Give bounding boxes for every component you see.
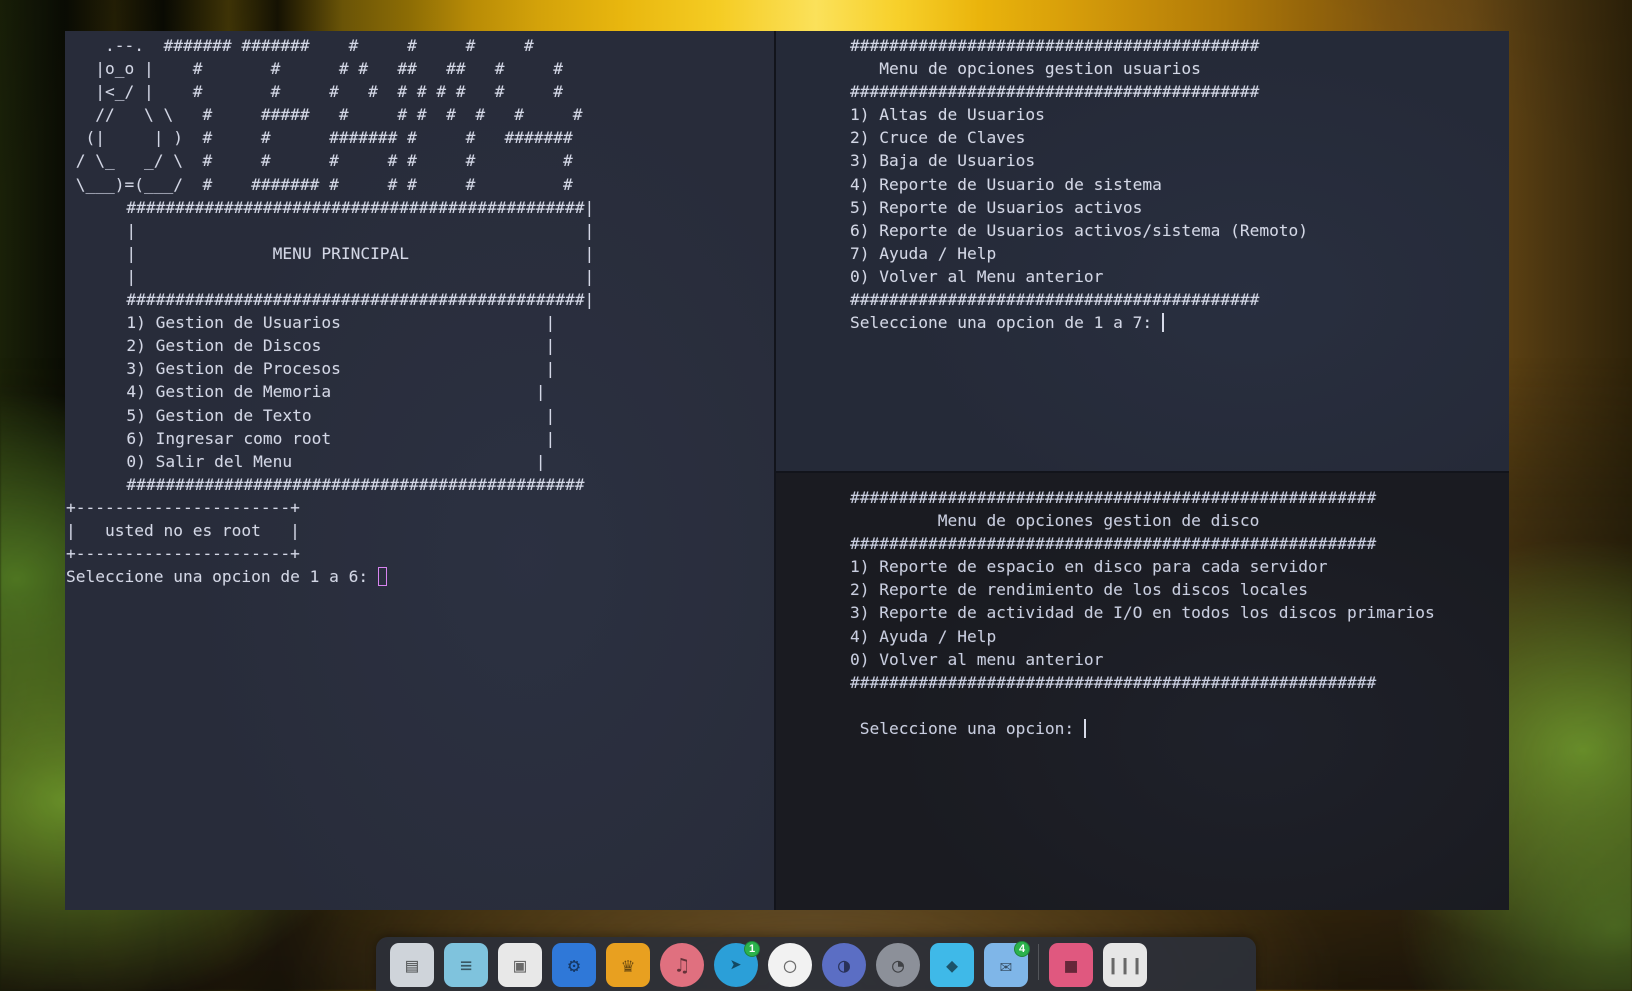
main-menu-item-0[interactable]: 0) Salir del Menu| [66,452,546,471]
main-menu-item-1[interactable]: 1) Gestion de Usuarios| [66,313,555,332]
user-menu-item-7[interactable]: 7) Ayuda / Help [850,244,996,263]
user-menu-item-1[interactable]: 1) Altas de Usuarios [850,105,1045,124]
dock-terminal-icon[interactable]: ❙❙❙ [1103,943,1147,987]
user-menu-top-rule: ########################################… [850,36,1259,55]
user-menu-content: ########################################… [850,34,1308,334]
dock-separator [1038,944,1039,980]
dock-badge: 1 [744,941,760,957]
dock-gem-icon[interactable]: ◆ [930,943,974,987]
main-menu-item-4[interactable]: 4) Gestion de Memoria| [66,382,546,401]
disk-menu-top-rule: ########################################… [850,488,1376,507]
dock-badge: 4 [1014,941,1030,957]
desktop-dock[interactable]: ▤ ≡ ▣ ⚙ ♛ ♫ ➤1 ◯ ◑ ◔ ◆ ✉4 ■ ❙❙❙ [376,937,1256,991]
user-menu-item-3[interactable]: 3) Baja de Usuarios [850,151,1035,170]
dock-text-editor-icon[interactable]: ≡ [444,943,488,987]
main-menu-item-3[interactable]: 3) Gestion de Procesos| [66,359,555,378]
dock-disk-usage-icon[interactable]: ◔ [876,943,920,987]
user-menu-prompt[interactable]: Seleccione una opcion de 1 a 7: [850,313,1164,332]
discord-icon: ◑ [838,953,850,977]
disk-menu-mid-rule: ########################################… [850,534,1376,553]
ascii-logo-line-1: .--. ####### ####### # # # # [66,36,534,55]
disk-menu-content: ########################################… [850,486,1435,740]
text-cursor-block[interactable] [378,567,387,586]
gem-icon: ◆ [946,953,958,977]
terminal-window[interactable]: .--. ####### ####### # # # # |o_o | # # … [65,31,1509,910]
menu-box-title-row: | MENU PRINCIPAL | [66,244,594,263]
photos-icon: ▣ [514,953,526,977]
music-icon: ♫ [676,953,688,977]
files-icon: ▤ [406,953,418,977]
root-warning-box-bottom: +----------------------+ [66,544,300,563]
disk-menu-blank-line [850,696,860,715]
disk-usage-icon: ◔ [892,953,904,977]
dock-crown-icon[interactable]: ♛ [606,943,650,987]
ascii-logo-line-7: \___)=(___/ # ####### # # # # # [66,175,573,194]
user-menu-item-4[interactable]: 4) Reporte de Usuario de sistema [850,175,1162,194]
ascii-logo-line-3: |<_/ | # # # # # # # # # # [66,82,563,101]
main-menu-prompt[interactable]: Seleccione una opcion de 1 a 6: [66,567,387,586]
text-cursor-bar[interactable] [1084,719,1086,738]
user-menu-item-0[interactable]: 0) Volver al Menu anterior [850,267,1103,286]
ascii-logo-line-5: (| | ) # # ####### # # ####### [66,128,573,147]
ascii-logo-line-4: // \ \ # ##### # # # # # # # [66,105,583,124]
dock-recorder-icon[interactable]: ■ [1049,943,1093,987]
disk-menu-item-4[interactable]: 4) Ayuda / Help [850,627,996,646]
menu-box-blank-1: | | [66,221,594,240]
main-menu-item-6[interactable]: 6) Ingresar como root| [66,429,555,448]
main-menu-item-5[interactable]: 5) Gestion de Texto| [66,406,555,425]
crown-icon: ♛ [622,953,634,977]
telegram-icon: ➤ [730,953,742,977]
user-menu-item-5[interactable]: 5) Reporte de Usuarios activos [850,198,1142,217]
disk-menu-prompt[interactable]: Seleccione una opcion: [850,719,1086,738]
menu-box-mid-rule: ########################################… [66,290,594,309]
store-icon: ⚙ [568,953,580,977]
ascii-logo-line-2: |o_o | # # # # ## ## # # [66,59,563,78]
user-menu-title: Menu de opciones gestion usuarios [850,59,1201,78]
root-warning-box-top: +----------------------+ [66,498,300,517]
terminal-icon: ❙❙❙ [1107,953,1143,977]
mail-icon: ✉ [1000,953,1012,977]
dock-files-icon[interactable]: ▤ [390,943,434,987]
menu-box-blank-2: | | [66,267,594,286]
text-editor-icon: ≡ [460,953,472,977]
menu-box-bottom-rule: ########################################… [66,475,584,494]
dock-photos-icon[interactable]: ▣ [498,943,542,987]
disk-menu-item-3[interactable]: 3) Reporte de actividad de I/O en todos … [850,603,1435,622]
terminal-pane-user-menu[interactable]: ########################################… [776,31,1509,471]
dock-browser-icon[interactable]: ◯ [768,943,812,987]
dock-telegram-icon[interactable]: ➤1 [714,943,758,987]
user-menu-item-2[interactable]: 2) Cruce de Claves [850,128,1025,147]
browser-icon: ◯ [784,953,796,977]
disk-menu-title: Menu de opciones gestion de disco [850,511,1259,530]
user-menu-mid-rule: ########################################… [850,82,1259,101]
dock-music-icon[interactable]: ♫ [660,943,704,987]
user-menu-bottom-rule: ########################################… [850,290,1259,309]
main-menu-content: .--. ####### ####### # # # # |o_o | # # … [66,34,594,588]
dock-mail-icon[interactable]: ✉4 [984,943,1028,987]
disk-menu-item-1[interactable]: 1) Reporte de espacio en disco para cada… [850,557,1328,576]
main-menu-item-2[interactable]: 2) Gestion de Discos| [66,336,555,355]
menu-box-top-rule: ########################################… [66,198,594,217]
dock-store-icon[interactable]: ⚙ [552,943,596,987]
recorder-icon: ■ [1065,953,1077,977]
terminal-pane-main-menu[interactable]: .--. ####### ####### # # # # |o_o | # # … [65,31,774,910]
disk-menu-item-0[interactable]: 0) Volver al menu anterior [850,650,1103,669]
ascii-logo-line-6: / \_ _/ \ # # # # # # # [66,151,573,170]
dock-discord-icon[interactable]: ◑ [822,943,866,987]
disk-menu-bottom-rule: ########################################… [850,673,1376,692]
terminal-pane-disk-menu[interactable]: ########################################… [776,473,1509,910]
text-cursor-bar[interactable] [1162,313,1164,332]
user-menu-item-6[interactable]: 6) Reporte de Usuarios activos/sistema (… [850,221,1308,240]
disk-menu-item-2[interactable]: 2) Reporte de rendimiento de los discos … [850,580,1308,599]
root-warning-box-text: | usted no es root | [66,521,300,540]
